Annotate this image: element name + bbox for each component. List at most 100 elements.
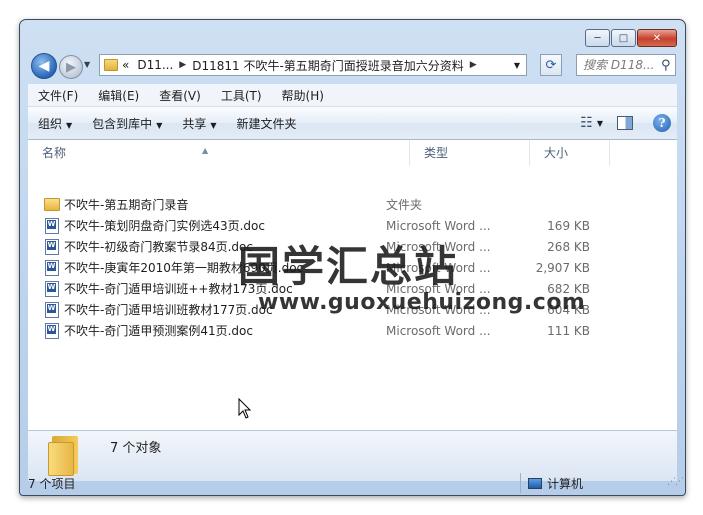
organize-label: 组织 [38, 116, 63, 131]
word-doc-icon [45, 322, 59, 339]
menu-bar: 文件(F) 编辑(E) 查看(V) 工具(T) 帮助(H) [28, 84, 677, 107]
organize-button[interactable]: 组织 ▼ [28, 115, 82, 132]
file-size: 682 KB [547, 281, 590, 296]
menu-help[interactable]: 帮助(H) [272, 87, 334, 104]
word-doc-icon [45, 238, 59, 255]
resize-grip-icon[interactable]: ⋰⋰ [667, 477, 684, 487]
back-button[interactable]: ◀ [31, 53, 57, 79]
object-count: 7 个对象 [110, 441, 162, 456]
breadcrumb-separator-icon[interactable]: ▶ [470, 60, 477, 70]
maximize-button[interactable]: □ [611, 29, 636, 47]
status-divider [520, 473, 521, 493]
folder-icon [104, 59, 118, 71]
details-pane: 7 个对象 [28, 430, 677, 481]
file-name: 不吹牛-第五期奇门录音 [64, 198, 189, 212]
arrow-right-icon: ▶ [66, 59, 76, 75]
column-header-name[interactable]: 名称 ▲ [28, 140, 410, 166]
share-label: 共享 [182, 116, 207, 131]
breadcrumb-separator-icon[interactable]: ▶ [179, 60, 186, 70]
mouse-cursor-icon [238, 398, 252, 419]
column-headers: 名称 ▲ 类型 大小 [28, 140, 677, 166]
word-doc-icon [45, 217, 59, 234]
help-icon[interactable]: ? [653, 114, 671, 132]
address-bar[interactable]: « D11... ▶ D11811 不吹牛-第五期奇门面授班录音加六分资料 ▶ … [99, 54, 527, 76]
folder-icon [44, 198, 60, 211]
address-dropdown-icon[interactable]: ▼ [514, 61, 520, 70]
file-size: 169 KB [547, 218, 590, 233]
command-bar: 组织 ▼ 包含到库中 ▼ 共享 ▼ 新建文件夹 ☷ ▼ ? [28, 107, 677, 140]
file-name: 不吹牛-奇门遁甲培训班++教材173页.doc [64, 282, 293, 296]
list-item[interactable]: 不吹牛-第五期奇门录音 文件夹 [28, 194, 677, 215]
list-item[interactable]: 不吹牛-奇门遁甲培训班++教材173页.doc Microsoft Word .… [28, 278, 677, 299]
file-name: 不吹牛-策划阴盘奇门实例选43页.doc [64, 219, 265, 233]
address-chevron[interactable]: « [122, 58, 129, 72]
file-rows: 不吹牛-第五期奇门录音 文件夹 不吹牛-策划阴盘奇门实例选43页.doc Mic… [28, 194, 677, 341]
item-count: 7 个项目 [28, 477, 76, 491]
view-options-icon[interactable]: ☷ [580, 115, 593, 131]
include-library-button[interactable]: 包含到库中 ▼ [82, 115, 172, 132]
refresh-icon: ⟳ [545, 57, 557, 73]
list-item[interactable]: 不吹牛-庚寅年2010年第一期教材690页.doc Microsoft Word… [28, 257, 677, 278]
minimize-button[interactable]: ─ [585, 29, 610, 47]
file-type: Microsoft Word ... [386, 323, 491, 338]
menu-file[interactable]: 文件(F) [28, 87, 88, 104]
menu-tools[interactable]: 工具(T) [211, 87, 272, 104]
include-library-label: 包含到库中 [92, 116, 153, 131]
new-folder-button[interactable]: 新建文件夹 [227, 115, 307, 132]
word-doc-icon [45, 259, 59, 276]
column-size-label: 大小 [544, 146, 569, 160]
search-box[interactable]: ⚲ [576, 54, 676, 76]
file-type: Microsoft Word ... [386, 281, 491, 296]
file-size: 268 KB [547, 239, 590, 254]
explorer-window: ─ □ ✕ ◀ ▶ ▼ « D11... ▶ D11811 不吹牛-第五期奇门面… [19, 19, 686, 496]
file-name: 不吹牛-初级奇门教案节录84页.doc [64, 240, 253, 254]
view-dropdown-icon[interactable]: ▼ [597, 119, 603, 128]
search-input[interactable] [577, 57, 661, 73]
computer-icon [528, 478, 542, 489]
menu-view[interactable]: 查看(V) [149, 87, 211, 104]
file-type: Microsoft Word ... [386, 239, 491, 254]
file-size: 604 KB [547, 302, 590, 317]
status-bar: 7 个项目 计算机 ⋰⋰ [20, 473, 685, 495]
chevron-down-icon: ▼ [210, 120, 217, 130]
file-list: 名称 ▲ 类型 大小 不吹牛-第五期奇门录音 文件夹 不吹牛-策划阴盘奇门实例选… [28, 140, 677, 430]
column-type-label: 类型 [424, 146, 449, 160]
word-doc-icon [45, 301, 59, 318]
caption-buttons: ─ □ ✕ [584, 29, 677, 47]
arrow-left-icon: ◀ [38, 58, 50, 74]
column-header-size[interactable]: 大小 [530, 140, 610, 166]
file-type: 文件夹 [386, 198, 423, 212]
file-name: 不吹牛-庚寅年2010年第一期教材690页.doc [64, 261, 304, 275]
forward-button[interactable]: ▶ [59, 55, 83, 79]
chevron-down-icon: ▼ [66, 120, 73, 130]
file-type: Microsoft Word ... [386, 302, 491, 317]
file-name: 不吹牛-奇门遁甲预测案例41页.doc [64, 324, 253, 338]
file-size: 2,907 KB [535, 260, 590, 275]
breadcrumb-parent[interactable]: D11... [137, 58, 173, 72]
list-item[interactable]: 不吹牛-策划阴盘奇门实例选43页.doc Microsoft Word ... … [28, 215, 677, 236]
folder-icon [48, 434, 80, 476]
column-name-label: 名称 [42, 146, 67, 160]
file-name: 不吹牛-奇门遁甲培训班教材177页.doc [64, 303, 273, 317]
close-button[interactable]: ✕ [637, 29, 677, 47]
list-item[interactable]: 不吹牛-奇门遁甲培训班教材177页.doc Microsoft Word ...… [28, 299, 677, 320]
breadcrumb-current[interactable]: D11811 不吹牛-第五期奇门面授班录音加六分资料 [192, 57, 464, 74]
file-type: Microsoft Word ... [386, 218, 491, 233]
word-doc-icon [45, 280, 59, 297]
list-item[interactable]: 不吹牛-初级奇门教案节录84页.doc Microsoft Word ... 2… [28, 236, 677, 257]
search-icon[interactable]: ⚲ [661, 58, 671, 73]
list-item[interactable]: 不吹牛-奇门遁甲预测案例41页.doc Microsoft Word ... 1… [28, 320, 677, 341]
file-type: Microsoft Word ... [386, 260, 491, 275]
file-size: 111 KB [547, 323, 590, 338]
location-indicator: 计算机 [528, 475, 583, 492]
share-button[interactable]: 共享 ▼ [172, 115, 226, 132]
recent-pages-dropdown[interactable]: ▼ [84, 60, 90, 69]
command-bar-right: ☷ ▼ ? [580, 114, 677, 132]
preview-pane-icon[interactable] [617, 116, 633, 130]
refresh-button[interactable]: ⟳ [540, 54, 562, 76]
location-label: 计算机 [547, 477, 584, 491]
column-header-type[interactable]: 类型 [410, 140, 530, 166]
menu-edit[interactable]: 编辑(E) [88, 87, 149, 104]
chevron-down-icon: ▼ [156, 120, 163, 130]
sort-ascending-icon: ▲ [202, 146, 209, 155]
